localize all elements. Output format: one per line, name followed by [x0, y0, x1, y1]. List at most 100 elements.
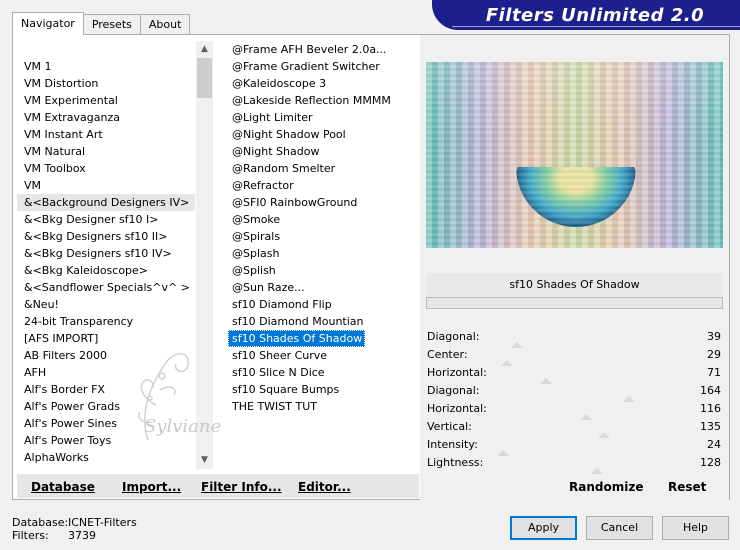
parameter-slider[interactable]: Lightness: 128: [426, 454, 723, 474]
category-item[interactable]: VM Instant Art: [17, 126, 195, 143]
randomize-button[interactable]: Randomize: [569, 480, 643, 494]
parameter-value: 29: [707, 348, 721, 361]
parameter-list: Diagonal: 39 Center: 29 Horizontal: 71 Diagona…: [426, 328, 723, 474]
scroll-down-icon[interactable]: ▼: [196, 452, 213, 469]
category-item[interactable]: VM Experimental: [17, 92, 195, 109]
parameter-slider[interactable]: Horizontal: 71: [426, 364, 723, 384]
category-item[interactable]: &<Bkg Designers sf10 IV>: [17, 245, 195, 262]
parameter-value: 164: [700, 384, 721, 397]
category-item[interactable]: AlphaWorks: [17, 449, 195, 466]
scrollbar-thumb[interactable]: [197, 58, 212, 98]
database-value: ICNET-Filters: [68, 516, 137, 529]
database-button[interactable]: Database: [31, 480, 95, 494]
status-area: Database: ICNET-Filters Filters: 3739: [12, 516, 137, 542]
tab-bar: Navigator Presets About: [12, 12, 191, 35]
filter-item[interactable]: sf10 Diamond Mountian: [228, 313, 418, 330]
category-item[interactable]: Alf's Power Sines: [17, 415, 195, 432]
category-item[interactable]: [AFS IMPORT]: [17, 330, 195, 347]
parameter-slider[interactable]: Diagonal: 39: [426, 328, 723, 348]
parameter-slider[interactable]: Center: 29: [426, 346, 723, 366]
category-item[interactable]: &<Bkg Designer sf10 I>: [17, 211, 195, 228]
parameter-slider[interactable]: Intensity: 24: [426, 436, 723, 456]
reset-button[interactable]: Reset: [668, 480, 706, 494]
parameter-label: Horizontal:: [427, 366, 487, 379]
filter-item[interactable]: sf10 Shades Of Shadow: [228, 330, 366, 347]
cancel-button[interactable]: Cancel: [586, 516, 653, 540]
category-item[interactable]: 24-bit Transparency: [17, 313, 195, 330]
category-item[interactable]: &<Bkg Kaleidoscope>: [17, 262, 195, 279]
filter-item[interactable]: @Splash: [228, 245, 418, 262]
filter-item[interactable]: @Refractor: [228, 177, 418, 194]
progress-bar: [426, 297, 723, 309]
category-item[interactable]: Alf's Power Toys: [17, 432, 195, 449]
category-item[interactable]: &<Bkg Designers sf10 II>: [17, 228, 195, 245]
parameter-value: 71: [707, 366, 721, 379]
filter-item[interactable]: @Kaleidoscope 3: [228, 75, 418, 92]
filter-item[interactable]: @Frame AFH Beveler 2.0a...: [228, 41, 418, 58]
apply-button[interactable]: Apply: [510, 516, 577, 540]
tab-presets[interactable]: Presets: [82, 14, 141, 34]
category-item[interactable]: &<Background Designers IV>: [17, 194, 195, 211]
help-button[interactable]: Help: [662, 516, 729, 540]
preview-buttons: Randomize Reset: [426, 474, 723, 498]
category-scrollbar[interactable]: ▲ ▼: [196, 41, 213, 469]
app-banner: Filters Unlimited 2.0: [432, 0, 740, 30]
filter-item[interactable]: sf10 Square Bumps: [228, 381, 418, 398]
parameter-slider[interactable]: Horizontal: 116: [426, 400, 723, 420]
filter-item[interactable]: sf10 Diamond Flip: [228, 296, 418, 313]
parameter-value: 128: [700, 456, 721, 469]
filter-item[interactable]: @Night Shadow Pool: [228, 126, 418, 143]
filter-item[interactable]: @Frame Gradient Switcher: [228, 58, 418, 75]
filter-item[interactable]: @Sun Raze...: [228, 279, 418, 296]
tab-navigator[interactable]: Navigator: [12, 12, 84, 35]
category-item[interactable]: VM Natural: [17, 143, 195, 160]
category-list[interactable]: VM 1 VM Distortion VM Experimental VM Extra…: [17, 41, 195, 469]
filter-item[interactable]: @Random Smelter: [228, 160, 418, 177]
parameter-label: Center:: [427, 348, 468, 361]
database-label: Database:: [12, 516, 69, 529]
filter-item[interactable]: @Night Shadow: [228, 143, 418, 160]
parameter-value: 116: [700, 402, 721, 415]
filter-item[interactable]: sf10 Slice N Dice: [228, 364, 418, 381]
navigator-buttons: Database Import... Filter Info... Editor…: [17, 474, 419, 498]
filter-item[interactable]: @Splish: [228, 262, 418, 279]
filter-item[interactable]: @Smoke: [228, 211, 418, 228]
scroll-up-icon[interactable]: ▲: [196, 41, 213, 58]
filter-item[interactable]: THE TWIST TUT: [228, 398, 418, 415]
category-item[interactable]: VM Toolbox: [17, 160, 195, 177]
category-item[interactable]: &Neu!: [17, 296, 195, 313]
filter-item[interactable]: @SFI0 RainbowGround: [228, 194, 418, 211]
category-item[interactable]: &<Sandflower Specials^v^ >: [17, 279, 195, 296]
category-item[interactable]: Andrew's Filter Collection 55: [17, 466, 195, 469]
category-item[interactable]: Alf's Power Grads: [17, 398, 195, 415]
parameter-label: Diagonal:: [427, 384, 480, 397]
category-item[interactable]: VM Extravaganza: [17, 109, 195, 126]
category-item[interactable]: VM: [17, 177, 195, 194]
category-item[interactable]: Alf's Border FX: [17, 381, 195, 398]
import-button[interactable]: Import...: [122, 480, 181, 494]
editor-button[interactable]: Editor...: [298, 480, 351, 494]
category-item[interactable]: AB Filters 2000: [17, 347, 195, 364]
parameter-slider[interactable]: Diagonal: 164: [426, 382, 723, 402]
category-item[interactable]: VM Distortion: [17, 75, 195, 92]
filter-item[interactable]: sf10 Sheer Curve: [228, 347, 418, 364]
category-item[interactable]: VM 1: [17, 58, 195, 75]
filters-count-value: 3739: [68, 529, 96, 542]
filter-item[interactable]: @Lakeside Reflection MMMM: [228, 92, 418, 109]
parameter-label: Lightness:: [427, 456, 484, 469]
tab-about[interactable]: About: [139, 14, 191, 34]
filter-info-button[interactable]: Filter Info...: [201, 480, 282, 494]
category-item[interactable]: AFH: [17, 364, 195, 381]
preview-image: [426, 62, 723, 248]
filter-item[interactable]: @Light Limiter: [228, 109, 418, 126]
preview-filter-title: sf10 Shades Of Shadow: [426, 273, 723, 297]
parameter-label: Horizontal:: [427, 402, 487, 415]
parameter-label: Vertical:: [427, 420, 472, 433]
parameter-label: Intensity:: [427, 438, 478, 451]
filters-count-label: Filters:: [12, 529, 49, 542]
parameter-value: 39: [707, 330, 721, 343]
parameter-value: 135: [700, 420, 721, 433]
parameter-slider[interactable]: Vertical: 135: [426, 418, 723, 438]
filter-list[interactable]: @Frame AFH Beveler 2.0a... @Frame Gradien…: [228, 41, 418, 469]
filter-item[interactable]: @Spirals: [228, 228, 418, 245]
